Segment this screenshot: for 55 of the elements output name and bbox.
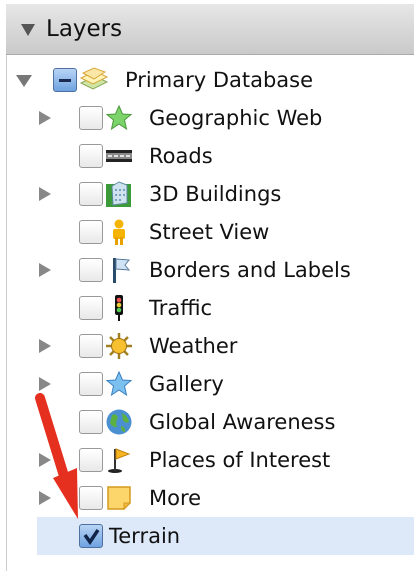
expand-arrow-icon[interactable] [38,376,52,392]
layer-label[interactable]: More [149,486,202,510]
layer-label[interactable]: Borders and Labels [149,258,351,282]
layer-row[interactable]: Places of Interest [7,441,414,479]
layer-label[interactable]: Terrain [109,524,180,548]
layer-label[interactable]: Places of Interest [149,448,330,472]
layer-row[interactable]: Street View [7,213,414,251]
layer-row[interactable]: Geographic Web [7,99,414,137]
checkbox[interactable] [79,296,103,320]
checkbox[interactable] [79,106,103,130]
panel-header[interactable]: Layers [6,4,414,55]
building-icon [105,180,133,208]
layer-row[interactable]: Terrain [37,517,414,555]
layer-label[interactable]: Street View [149,220,270,244]
expand-arrow-icon[interactable] [38,262,52,278]
layer-label[interactable]: Geographic Web [149,106,322,130]
panel-title: Layers [46,16,122,42]
layer-row[interactable]: Weather [7,327,414,365]
checkbox[interactable] [79,144,103,168]
layer-row[interactable]: Gallery [7,365,414,403]
layer-label[interactable]: 3D Buildings [149,182,282,206]
layer-label[interactable]: Traffic [149,296,212,320]
layer-label[interactable]: Gallery [149,372,224,396]
checkbox[interactable] [79,258,103,282]
layer-label[interactable]: Roads [149,144,213,168]
expand-arrow-icon[interactable] [38,110,52,126]
checkbox[interactable] [79,524,103,548]
layer-row[interactable]: More [7,479,414,517]
globe-icon [105,408,133,436]
traffic-light-icon [114,294,124,322]
expand-arrow-icon[interactable] [38,186,52,202]
checkbox[interactable] [79,334,103,358]
layer-row[interactable]: 3D Buildings [7,175,414,213]
checkbox[interactable] [79,220,103,244]
layer-row[interactable]: Roads [7,137,414,175]
layer-row[interactable]: Borders and Labels [7,251,414,289]
star-icon [105,370,133,398]
sun-icon [105,332,133,360]
layer-row[interactable]: Global Awareness [7,403,414,441]
expand-arrow-icon[interactable] [38,338,52,354]
expand-arrow-icon[interactable] [38,452,52,468]
layer-row[interactable]: Traffic [7,289,414,327]
checkbox[interactable] [79,182,103,206]
checkbox[interactable] [79,410,103,434]
checkbox[interactable] [79,486,103,510]
expand-arrow-icon[interactable] [38,490,52,506]
checkbox[interactable] [79,448,103,472]
layer-label[interactable]: Weather [149,334,238,358]
layer-label[interactable]: Primary Database [125,68,314,92]
checkbox[interactable] [79,372,103,396]
note-icon [105,484,133,512]
layer-label[interactable]: Global Awareness [149,410,336,434]
disclosure-triangle-icon[interactable] [20,21,36,37]
star-icon [105,104,133,132]
checkbox[interactable] [53,68,77,92]
